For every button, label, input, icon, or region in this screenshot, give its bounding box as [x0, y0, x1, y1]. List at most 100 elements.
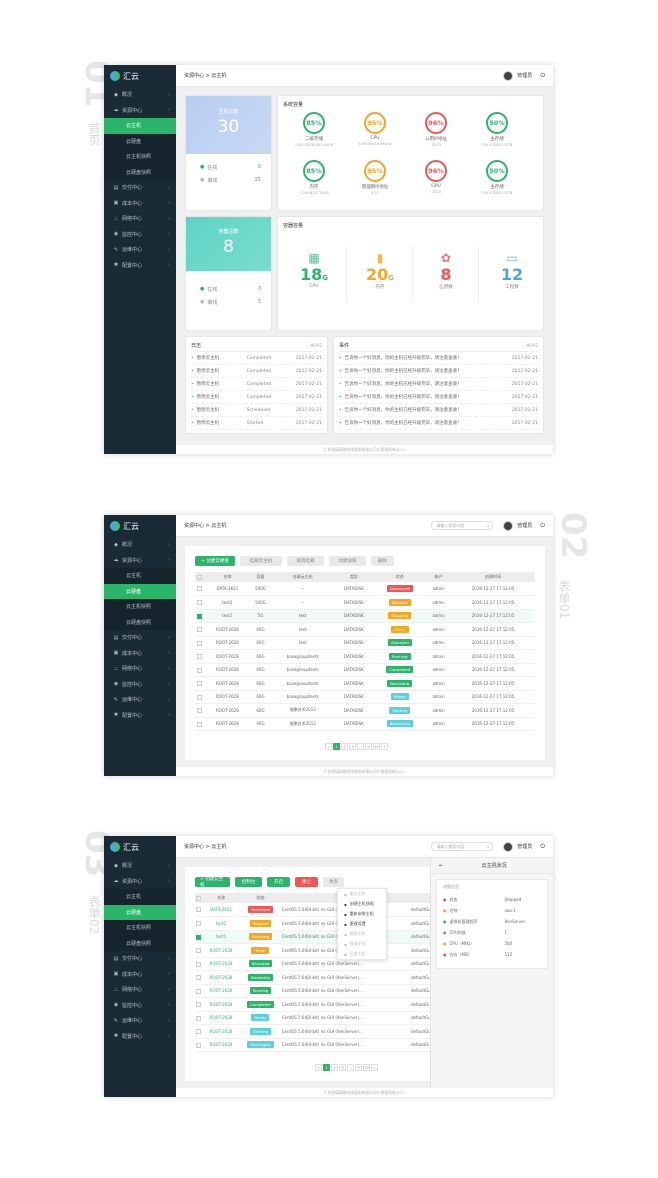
sidebar-item-overview[interactable]: ◆ 概况 ›	[104, 87, 176, 103]
power-icon[interactable]: ⏻	[540, 522, 545, 530]
page-button[interactable]: 3	[339, 1064, 346, 1071]
event-row[interactable]: • 告诉你一个好消息，你的主机已经升级完毕，请注意查收！ 2017-02-21	[339, 417, 538, 430]
event-row[interactable]: • 告诉你一个好消息，你的主机已经升级完毕，请注意查收！ 2017-02-21	[339, 378, 538, 391]
power-icon[interactable]: ⏻	[540, 843, 545, 851]
table-row[interactable]: ROOT-2628 60G test DATADISK Allocated admin 20…	[195, 636, 535, 650]
column-header[interactable]: 状态	[239, 893, 282, 903]
sidebar-item-vmsnap[interactable]: 云主机快照	[104, 599, 176, 615]
log-more-link[interactable]: MORE	[310, 343, 322, 348]
sidebar-item-overview[interactable]: ◆ 概况 ›	[104, 537, 176, 553]
brand-logo[interactable]: 汇云	[104, 836, 176, 858]
menu-item[interactable]: ▪ 重新安装主机	[338, 909, 386, 919]
table-row[interactable]: DATA-2651 500G -- DATADISK Destroyed admin 201…	[195, 582, 535, 596]
avatar[interactable]	[503, 70, 514, 81]
sidebar-item-resource[interactable]: ☁ 资源中心 ›	[104, 103, 176, 119]
vm-name-link[interactable]: ROOT-2628	[202, 1011, 240, 1025]
row-checkbox[interactable]	[195, 582, 205, 596]
user-name[interactable]: 管理员	[517, 522, 532, 529]
brand-logo[interactable]: 汇云	[104, 65, 176, 87]
more-button[interactable]: 更多	[323, 877, 344, 887]
disk-name[interactable]: ROOT-2628	[204, 690, 250, 704]
event-row[interactable]: • 告诉你一个好消息，你的主机已经升级完毕，请注意查收！ 2017-02-21	[339, 391, 538, 404]
search-icon[interactable]: ⌕	[487, 523, 489, 528]
sidebar-item-network[interactable]: ⛬ 网络中心 ›	[104, 661, 176, 677]
select-all-checkbox[interactable]	[195, 572, 205, 582]
page-button[interactable]: 1	[323, 1064, 330, 1071]
table-row[interactable]: ROOT-2628 Allocated CentOS 5.6(64-bit) no …	[195, 957, 430, 971]
sidebar-item-delivery[interactable]: ▤ 交付中心 ›	[104, 630, 176, 646]
vm-name-link[interactable]: ROOT-2628	[202, 1038, 240, 1052]
row-checkbox[interactable]	[195, 690, 205, 704]
sidebar-item-resource[interactable]: ☁ 资源中心 ›	[104, 874, 176, 890]
table-row[interactable]: ROOT-2628 60G basegroupitests DATADISK Ready…	[195, 690, 535, 704]
sidebar-item-vm[interactable]: 云主机	[104, 118, 176, 134]
row-checkbox[interactable]	[195, 663, 205, 677]
log-row[interactable]: • 暂停云主机 Completed 2017-02-21	[191, 378, 322, 391]
row-checkbox[interactable]	[195, 1024, 203, 1039]
row-checkbox[interactable]	[195, 943, 203, 958]
event-row[interactable]: • 告诉你一个好消息，你的主机已经升级完毕，请注意查收！ 2017-02-21	[339, 352, 538, 365]
event-row[interactable]: • 告诉你一个好消息，你的主机已经升级完毕，请注意查收！ 2017-02-21	[339, 365, 538, 378]
vm-name-link[interactable]: ROOT-2628	[202, 1024, 240, 1039]
column-header[interactable]: 类型	[334, 572, 374, 582]
row-checkbox[interactable]	[195, 622, 205, 637]
sidebar-item-config[interactable]: ✱ 配置中心 ›	[104, 1029, 176, 1045]
table-row[interactable]: ROOT-2628 60G 借聚技术2013 DATADISK Starting admi…	[195, 703, 535, 718]
sidebar-item-cost[interactable]: ▣ 成本中心 ›	[104, 196, 176, 212]
table-row[interactable]: ROOT-2628 40G 借聚技术2013 DATADISK BackingUp adm…	[195, 717, 535, 731]
disk-name[interactable]: test1	[204, 609, 250, 623]
user-name[interactable]: 管理员	[517, 843, 532, 850]
page-button[interactable]: »	[371, 1064, 378, 1071]
sidebar-item-delivery[interactable]: ▤ 交付中心 ›	[104, 180, 176, 196]
sidebar-item-vm[interactable]: 云主机	[104, 568, 176, 584]
console-button[interactable]: 控制台	[235, 877, 262, 887]
sidebar-item-disk[interactable]: 云硬盘	[104, 583, 176, 599]
create-disk-button[interactable]: + 创建云硬盘	[195, 556, 235, 566]
sidebar-item-config[interactable]: ✱ 配置中心 ›	[104, 258, 176, 274]
vm-name-link[interactable]: ROOT-2628	[202, 957, 240, 971]
stop-button[interactable]: 停止	[295, 877, 318, 887]
power-icon[interactable]: ⏻	[540, 72, 545, 80]
search-input[interactable]: 请输入搜索内容 ⌕	[431, 842, 494, 851]
row-checkbox[interactable]	[195, 609, 205, 623]
log-row[interactable]: • 暂停云主机 Completed 2017-02-21	[191, 352, 322, 365]
search-icon[interactable]: ⌕	[487, 844, 489, 849]
sidebar-item-network[interactable]: ⛬ 网络中心 ›	[104, 211, 176, 227]
vm-name-link[interactable]: ROOT-2628	[202, 997, 240, 1012]
menu-item[interactable]: ▪ 删除主机	[338, 929, 386, 939]
menu-item[interactable]: ▪ 创建主机快照	[338, 899, 386, 909]
menu-item[interactable]: ▪ 重启主机	[338, 889, 386, 899]
disk-name[interactable]: ROOT-2628	[204, 676, 250, 691]
row-checkbox[interactable]	[195, 636, 205, 650]
sidebar-item-cost[interactable]: ▣ 成本中心 ›	[104, 967, 176, 983]
sidebar-item-disksnap[interactable]: 云硬盘快照	[104, 614, 176, 630]
sidebar-item-vm[interactable]: 云主机	[104, 889, 176, 905]
vm-name-link[interactable]: ROOT-2628	[202, 970, 240, 985]
page-button[interactable]: 3	[349, 743, 356, 750]
log-row[interactable]: • 暂停云主机 Completed 2017-02-21	[191, 365, 322, 378]
column-header[interactable]: 容量	[249, 572, 272, 582]
table-row[interactable]: ROOT-2628 Running CentOS 5.6(64-bit) no GU…	[195, 984, 430, 998]
avatar[interactable]	[503, 841, 514, 852]
row-checkbox[interactable]	[195, 984, 203, 998]
page-button[interactable]: 2	[341, 743, 348, 750]
table-row[interactable]: ROOT-2628 Completed CentOS 5.6(64-bit) no …	[195, 997, 430, 1012]
attach-vm-button[interactable]: 挂载云主机	[240, 556, 282, 566]
sidebar-item-resource[interactable]: ☁ 资源中心 ›	[104, 553, 176, 569]
start-button[interactable]: 开启	[267, 877, 290, 887]
log-row[interactable]: • 暂停云主机 Scheduled 2017-02-21	[191, 404, 322, 417]
sidebar-item-disksnap[interactable]: 云硬盘快照	[104, 935, 176, 951]
table-row[interactable]: ROOT-2628 60G basegroupitests DATADISK Runni…	[195, 649, 535, 664]
sidebar-item-vmsnap[interactable]: 云主机快照	[104, 149, 176, 165]
vm-name-link[interactable]: test2	[202, 916, 240, 931]
column-header[interactable]: 帐户	[426, 572, 451, 582]
row-checkbox[interactable]	[195, 595, 205, 610]
vm-name-link[interactable]: test1	[202, 930, 240, 944]
table-row[interactable]: test1 5G test DATADISK Stopping admin 2016-12-…	[195, 609, 535, 623]
menu-item[interactable]: ▪ 更改设置	[338, 919, 386, 929]
avatar[interactable]	[503, 520, 514, 531]
sidebar-item-overview[interactable]: ◆ 概况 ›	[104, 858, 176, 874]
sidebar-item-monitor[interactable]: ◉ 监控中心 ›	[104, 998, 176, 1014]
row-checkbox[interactable]	[195, 703, 205, 718]
table-row[interactable]: test2 Stopped CentOS 5.6(64-bit) no GUI (X…	[195, 916, 430, 931]
